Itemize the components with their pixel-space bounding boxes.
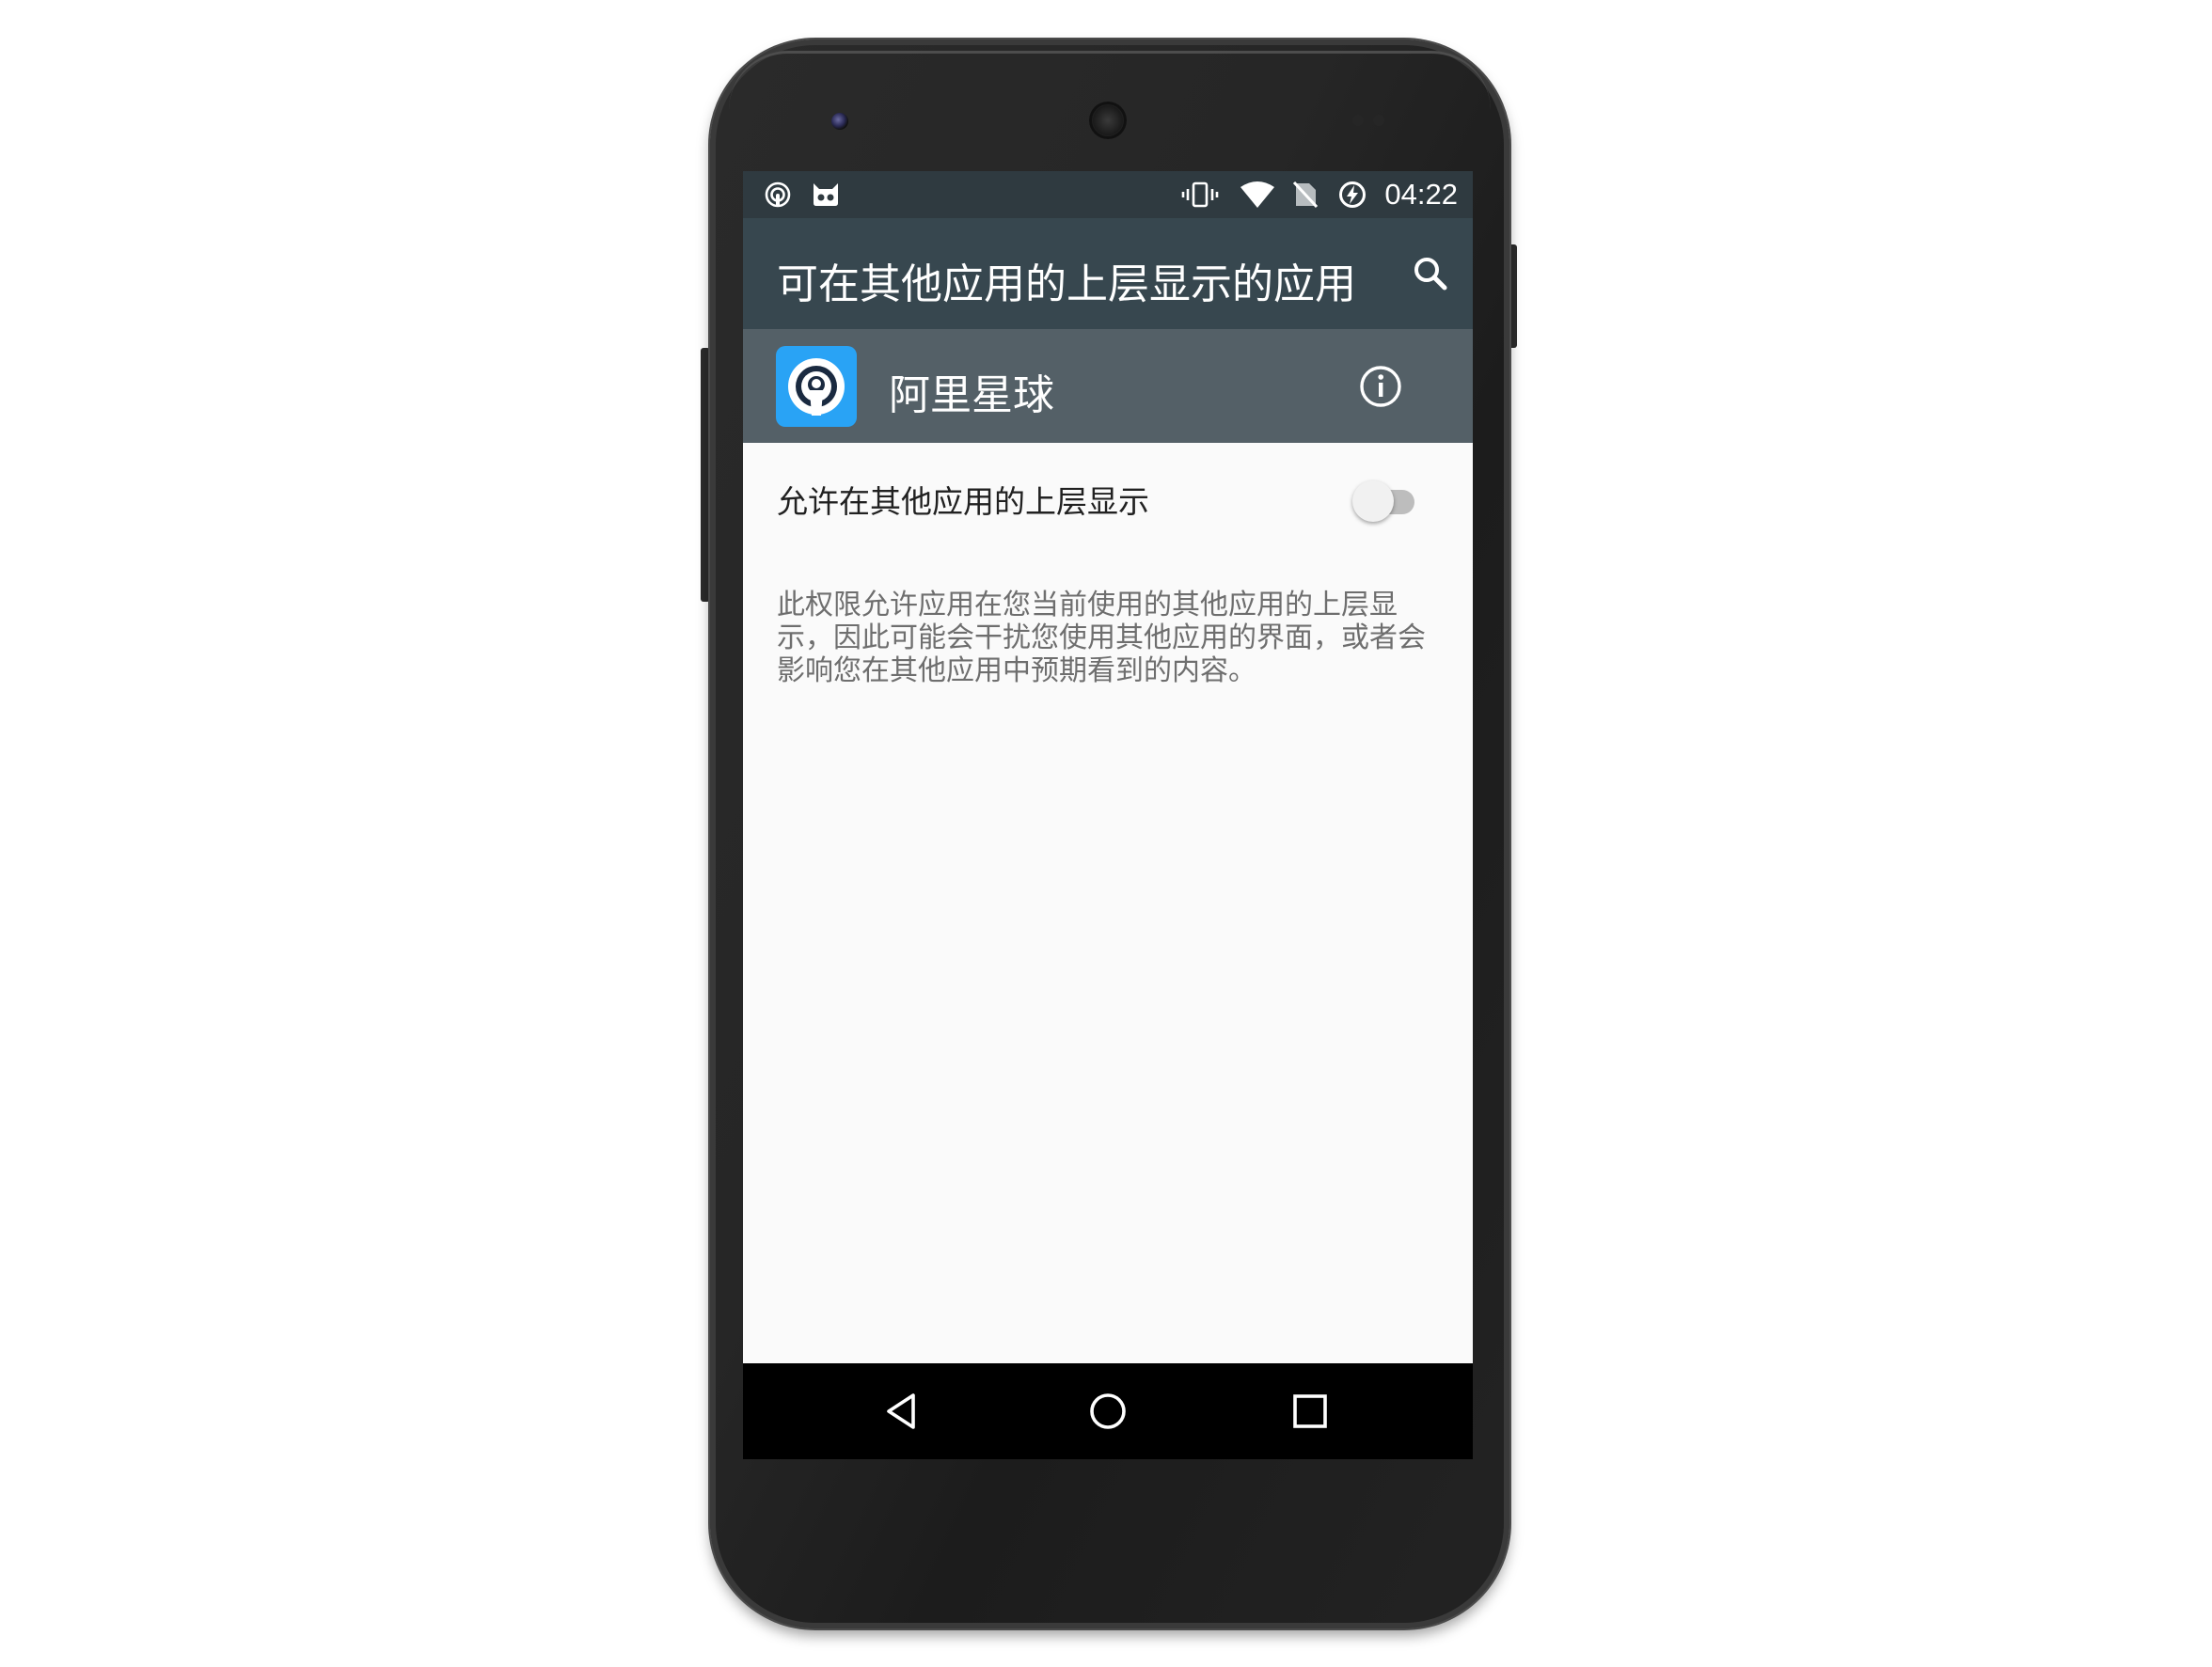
back-icon[interactable] [879,1388,926,1435]
front-camera [831,113,848,130]
recents-icon[interactable] [1287,1388,1334,1435]
app-logo-icon [788,358,845,416]
vibrate-icon [1181,181,1219,208]
permission-description: 此权限允许应用在您当前使用的其他应用的上层显示，因此可能会干扰您使用其他应用的界… [777,589,1426,687]
device-mockup: 04:22 可在其他应用的上层显示的应用 阿里星球 允许在其他应用的上层显示 此… [0,0,2212,1667]
navigation-bar [743,1363,1473,1459]
screen: 04:22 可在其他应用的上层显示的应用 阿里星球 允许在其他应用的上层显示 此… [743,171,1473,1459]
cyanogen-mascot-icon [814,183,838,206]
no-sim-icon [1292,181,1319,209]
app-bar: 可在其他应用的上层显示的应用 [743,218,1473,329]
earpiece-speaker [1089,102,1127,139]
light-sensor [1373,115,1384,126]
permission-toggle[interactable] [1352,479,1420,524]
search-icon[interactable] [1407,250,1454,297]
permission-label: 允许在其他应用的上层显示 [777,483,1149,520]
page-title: 可在其他应用的上层显示的应用 [777,260,1356,308]
info-icon[interactable] [1357,363,1404,410]
app-icon [776,346,857,427]
status-clock: 04:22 [1384,178,1458,211]
app-name: 阿里星球 [889,371,1054,419]
toggle-thumb [1352,480,1394,522]
status-bar: 04:22 [743,171,1473,218]
proximity-sensor [1352,115,1364,126]
home-icon[interactable] [1084,1388,1131,1435]
podcast-icon [765,181,791,208]
wifi-icon [1240,181,1274,208]
volume-button [701,348,710,602]
app-header: 阿里星球 [743,329,1473,443]
battery-charging-icon [1339,181,1366,208]
permission-row[interactable]: 允许在其他应用的上层显示 [743,443,1473,556]
